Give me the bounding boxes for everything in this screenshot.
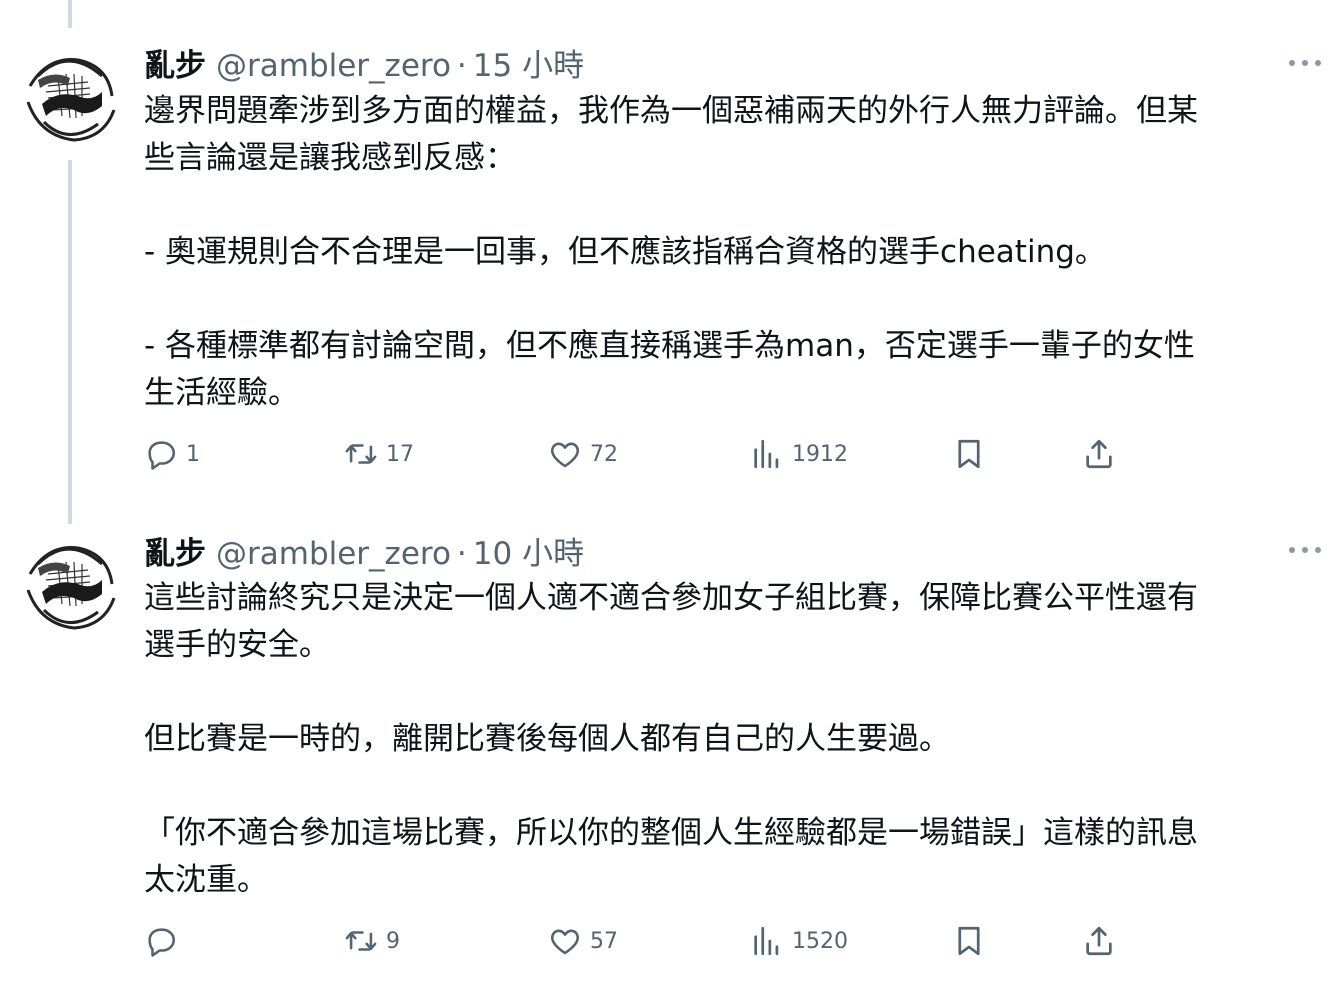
- separator-dot: ·: [456, 48, 467, 84]
- reply-icon: [148, 928, 176, 957]
- views-count: 1912: [792, 441, 848, 467]
- tweet-line: 選手的安全。: [144, 627, 330, 663]
- author-name[interactable]: 亂步: [144, 40, 206, 85]
- tweet[interactable]: 亂步 @rambler_zero · 10 小時 這些討論終究只是決定一個人適不…: [0, 520, 1343, 990]
- share-button[interactable]: [1082, 921, 1116, 961]
- bookmark-button[interactable]: [952, 921, 986, 961]
- more-icon[interactable]: [1289, 545, 1321, 555]
- like-button[interactable]: 72: [548, 434, 618, 474]
- tweet-line: 「你不適合參加這場比賽，所以你的整個人生經驗都是一場錯誤」這樣的訊息: [144, 815, 1198, 851]
- tweet-line: 但比賽是一時的，離開比賽後每個人都有自己的人生要過。: [144, 721, 950, 757]
- more-icon[interactable]: [1289, 58, 1321, 68]
- views-count: 1520: [792, 928, 848, 954]
- tweet-text: 這些討論終究只是決定一個人適不適合參加女子組比賽，保障比賽公平性還有 選手的安全…: [144, 575, 1314, 904]
- tweet-text: 邊界問題牽涉到多方面的權益，我作為一個惡補兩天的外行人無力評論。但某 些言論還是…: [144, 88, 1314, 417]
- views-icon: [754, 439, 779, 469]
- avatar-image: [20, 536, 120, 636]
- tweet-line: - 奧運規則合不合理是一回事，但不應該指稱合資格的選手cheating。: [144, 234, 1106, 270]
- share-button[interactable]: [1082, 434, 1116, 474]
- timestamp[interactable]: 10 小時: [473, 528, 584, 573]
- heart-icon: [551, 442, 579, 468]
- avatar[interactable]: [18, 534, 122, 638]
- tweet-line: - 各種標準都有討論空間，但不應直接稱選手為man，否定選手一輩子的女性: [144, 328, 1195, 364]
- reply-button[interactable]: 1: [144, 434, 200, 474]
- share-icon: [1086, 926, 1112, 956]
- separator-dot: ·: [456, 536, 467, 572]
- repost-icon: [345, 444, 377, 464]
- repost-icon: [345, 931, 377, 951]
- like-count: 72: [590, 441, 618, 467]
- repost-count: 9: [386, 928, 400, 954]
- repost-button[interactable]: 9: [344, 921, 400, 961]
- author-handle[interactable]: @rambler_zero: [216, 48, 451, 84]
- tweet-actions: 1 17 72 1912: [144, 434, 1124, 474]
- heart-icon: [551, 929, 579, 955]
- repost-count: 17: [386, 441, 414, 467]
- repost-button[interactable]: 17: [344, 434, 414, 474]
- bookmark-button[interactable]: [952, 434, 986, 474]
- tweet-line: 這些討論終究只是決定一個人適不適合參加女子組比賽，保障比賽公平性還有: [144, 580, 1198, 616]
- reply-icon: [148, 441, 176, 470]
- share-icon: [1086, 439, 1112, 469]
- author-handle[interactable]: @rambler_zero: [216, 536, 451, 572]
- tweet-actions: 9 57 1520: [144, 921, 1124, 961]
- tweet[interactable]: 亂步 @rambler_zero · 15 小時 邊界問題牽涉到多方面的權益，我…: [0, 0, 1343, 520]
- tweet-line: 邊界問題牽涉到多方面的權益，我作為一個惡補兩天的外行人無力評論。但某: [144, 93, 1198, 129]
- avatar[interactable]: [18, 46, 122, 150]
- bookmark-icon: [958, 926, 980, 956]
- reply-button[interactable]: [144, 921, 186, 961]
- like-count: 57: [590, 928, 618, 954]
- tweet-line: 太沈重。: [144, 862, 268, 898]
- views-button[interactable]: 1520: [750, 921, 848, 961]
- author-name[interactable]: 亂步: [144, 528, 206, 573]
- avatar-image: [20, 48, 120, 148]
- views-icon: [754, 926, 779, 956]
- reply-count: 1: [186, 441, 200, 467]
- timestamp[interactable]: 15 小時: [473, 40, 584, 85]
- tweet-line: 生活經驗。: [144, 375, 299, 411]
- bookmark-icon: [958, 439, 980, 469]
- like-button[interactable]: 57: [548, 921, 618, 961]
- views-button[interactable]: 1912: [750, 434, 848, 474]
- tweet-line: 些言論還是讓我感到反感：: [144, 140, 516, 176]
